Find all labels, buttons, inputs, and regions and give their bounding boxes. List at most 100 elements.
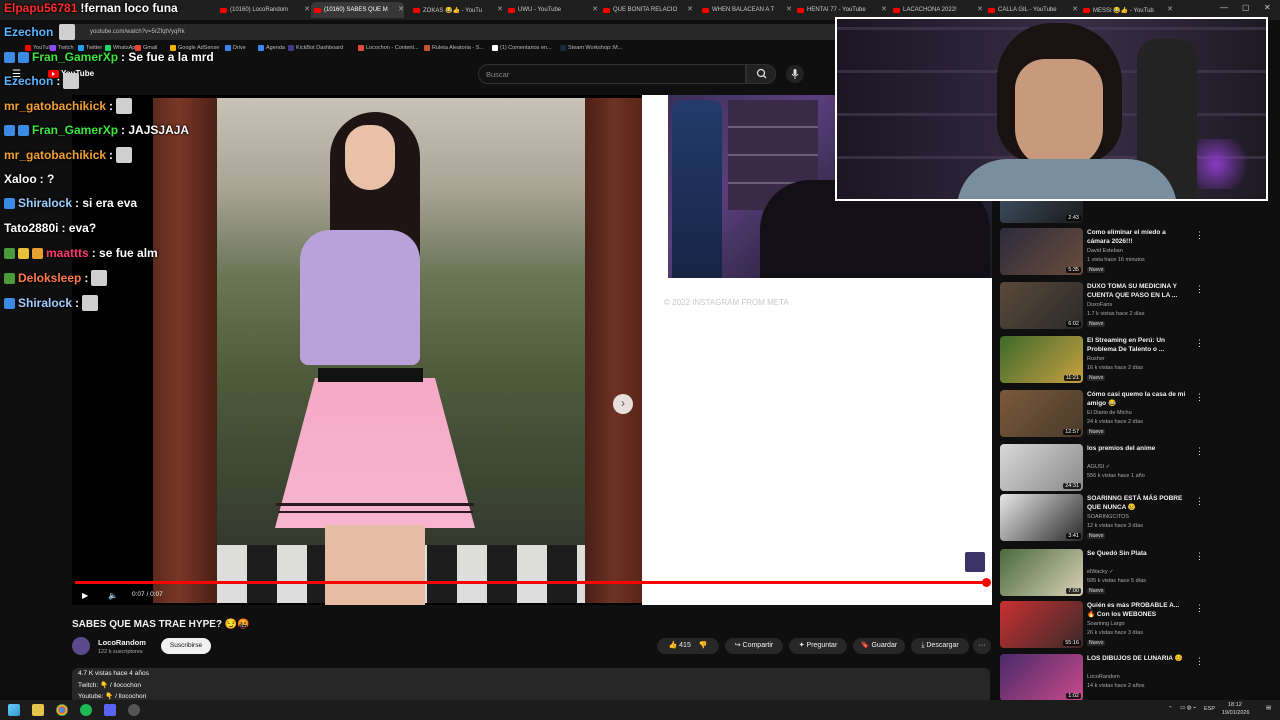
discord-icon[interactable] <box>104 704 116 716</box>
play-icon[interactable]: ▶ <box>82 591 88 600</box>
browser-tab[interactable]: (10160) LocoRandom ✕ <box>217 2 310 18</box>
close-tab-icon[interactable]: ✕ <box>881 5 887 13</box>
recommended-video-title[interactable]: Como eliminar el miedo a cámara 2026!!! <box>1087 228 1187 246</box>
more-options-icon[interactable]: ⋮ <box>1195 392 1204 403</box>
recommended-video-title[interactable]: Quién es más PROBABLE A... 🔥 Con los WEB… <box>1087 601 1187 619</box>
notifications-icon[interactable]: ▤ <box>1266 705 1271 711</box>
more-options-icon[interactable]: ⋮ <box>1195 656 1204 667</box>
chrome-icon[interactable] <box>56 704 68 716</box>
recommended-channel[interactable]: AGUSI ✓ <box>1087 464 1110 470</box>
more-options-icon[interactable]: ⋮ <box>1195 446 1204 457</box>
close-tab-icon[interactable]: ✕ <box>687 5 693 13</box>
ask-button[interactable]: ✦ Preguntar <box>789 638 847 654</box>
file-explorer-icon[interactable] <box>32 704 44 716</box>
more-actions-button[interactable]: ··· <box>973 638 991 654</box>
bookmark-item[interactable]: Locochon - Content... <box>358 45 419 51</box>
recommended-video-title[interactable]: Se Quedó Sin Plata <box>1087 549 1187 558</box>
browser-tab[interactable]: HENTAI 77 - YouTube ✕ <box>794 2 887 18</box>
recommended-video-title[interactable]: Cómo casi quemo la casa de mi amigo 😂 <box>1087 390 1187 408</box>
recommended-video[interactable]: 5:35 Como eliminar el miedo a cámara 2026… <box>1000 228 1280 280</box>
recommended-channel[interactable]: David Esteban <box>1087 248 1123 254</box>
more-options-icon[interactable]: ⋮ <box>1195 603 1204 614</box>
share-button[interactable]: ↪ Compartir <box>725 638 783 654</box>
subscribe-button[interactable]: Suscribirse <box>161 638 211 654</box>
recommended-video-title[interactable]: DUXO TOMA SU MEDICINA Y CUENTA QUE PASO … <box>1087 282 1187 300</box>
recommended-channel[interactable]: El Diario de Michu <box>1087 410 1132 416</box>
voice-search-button[interactable] <box>786 65 804 83</box>
recommended-channel[interactable]: elWacky ✓ <box>1087 569 1114 575</box>
bookmark-item[interactable]: Steam Workshop::M... <box>560 45 622 51</box>
tray-app-icons[interactable]: ▭ ◍ ⌁ <box>1180 705 1196 711</box>
browser-tab[interactable]: QUE BONITA RELACIO ✕ <box>600 2 693 18</box>
carousel-next-button[interactable]: › <box>613 394 633 414</box>
recommended-video[interactable]: 3:41 SOARINNG ESTÁ MÁS POBRE QUE NUNCA 😢 S… <box>1000 494 1280 546</box>
minimize-icon[interactable]: — <box>1220 3 1228 12</box>
autoplay-toggle[interactable]: ◉ <box>846 591 853 600</box>
recommended-video-title[interactable]: SOARINNG ESTÁ MÁS POBRE QUE NUNCA 😢 <box>1087 494 1187 512</box>
video-thumbnail[interactable]: 7:00 <box>1000 549 1083 596</box>
close-tab-icon[interactable]: ✕ <box>398 5 404 13</box>
search-button[interactable] <box>746 64 776 84</box>
more-options-icon[interactable]: ⋮ <box>1195 230 1204 241</box>
close-tab-icon[interactable]: ✕ <box>1167 5 1173 13</box>
close-tab-icon[interactable]: ✕ <box>497 5 503 13</box>
language-indicator[interactable]: ESP <box>1204 706 1215 712</box>
browser-tab[interactable]: (10160) SABES QUE M ✕ <box>311 2 404 18</box>
recommended-video[interactable]: 11:21 El Streaming en Perú: Un Problema D… <box>1000 336 1280 388</box>
maximize-icon[interactable]: ▢ <box>1242 3 1250 12</box>
close-tab-icon[interactable]: ✕ <box>1072 5 1078 13</box>
video-thumbnail[interactable]: 5:35 <box>1000 228 1083 275</box>
close-tab-icon[interactable]: ✕ <box>977 5 983 13</box>
more-options-icon[interactable]: ⋮ <box>1195 496 1204 507</box>
browser-tab[interactable]: WHEN BALACEAN A T ✕ <box>699 2 792 18</box>
progress-bar[interactable] <box>75 581 987 584</box>
recommended-channel[interactable]: DuxoFans <box>1087 302 1112 308</box>
video-thumbnail[interactable]: 12:57 <box>1000 390 1083 437</box>
volume-icon[interactable]: 🔈 <box>108 591 118 600</box>
subtitles-icon[interactable]: ▭ <box>872 591 880 600</box>
recommended-video[interactable]: 12:57 Cómo casi quemo la casa de mi amigo… <box>1000 390 1280 442</box>
search-input[interactable]: Buscar <box>478 64 746 84</box>
tray-chevron-icon[interactable]: ⌃ <box>1168 706 1173 712</box>
like-button[interactable]: 👍 415 <box>668 642 690 649</box>
bookmark-item[interactable]: Drive <box>225 45 246 51</box>
recommended-video[interactable]: 24:31 los premios del anime AGUSI ✓ 556 k v… <box>1000 444 1280 496</box>
windows-start-icon[interactable] <box>8 704 20 716</box>
browser-tab[interactable]: UWU - YouTube ✕ <box>505 2 598 18</box>
clock-time[interactable]: 18:12 <box>1228 702 1242 708</box>
recommended-video[interactable]: 6:02 DUXO TOMA SU MEDICINA Y CUENTA QUE P… <box>1000 282 1280 334</box>
spotify-icon[interactable] <box>80 704 92 716</box>
bookmark-item[interactable]: Agenda <box>258 45 285 51</box>
video-thumbnail[interactable]: 3:41 <box>1000 494 1083 541</box>
progress-scrubber[interactable] <box>982 578 991 587</box>
recommended-channel[interactable]: Rusher <box>1087 356 1105 362</box>
obs-icon[interactable] <box>128 704 140 716</box>
recommended-channel[interactable]: LocoRandom <box>1087 674 1120 680</box>
bookmark-item[interactable]: (1) Comentarios en... <box>492 45 552 51</box>
download-button[interactable]: ⤓ Descargar <box>911 638 969 654</box>
video-thumbnail[interactable]: 24:31 <box>1000 444 1083 491</box>
channel-watermark[interactable] <box>965 552 985 572</box>
recommended-video[interactable]: 55:16 Quién es más PROBABLE A... 🔥 Con lo… <box>1000 601 1280 653</box>
theater-mode-icon[interactable]: ▬ <box>944 591 952 600</box>
video-thumbnail[interactable]: 11:21 <box>1000 336 1083 383</box>
close-tab-icon[interactable]: ✕ <box>786 5 792 13</box>
close-tab-icon[interactable]: ✕ <box>304 5 310 13</box>
close-window-icon[interactable]: ✕ <box>1264 3 1271 12</box>
bookmark-item[interactable]: KickBot Dashboard <box>288 45 343 51</box>
recommended-channel[interactable]: Soarinng Largo <box>1087 621 1125 627</box>
recommended-video-title[interactable]: los premios del anime <box>1087 444 1187 453</box>
miniplayer-icon[interactable]: ▣ <box>920 591 928 600</box>
channel-name[interactable]: LocoRandom <box>98 638 146 647</box>
recommended-video[interactable]: 1:02 LOS DIBUJOS DE LUNARIA 😊 LocoRandom 14… <box>1000 654 1280 706</box>
description-box[interactable]: 4.7 K vistas hace 4 años Twitch: 👇 / llo… <box>72 668 990 704</box>
video-thumbnail[interactable]: 2:43 <box>1000 201 1083 223</box>
more-options-icon[interactable]: ⋮ <box>1195 551 1204 562</box>
recommended-video-title[interactable]: LOS DIBUJOS DE LUNARIA 😊 <box>1087 654 1187 663</box>
clock-date[interactable]: 19/01/2026 <box>1222 710 1250 716</box>
fullscreen-icon[interactable]: ⛶ <box>968 591 974 601</box>
more-options-icon[interactable]: ⋮ <box>1195 284 1204 295</box>
dislike-icon[interactable]: 👎 <box>699 642 708 649</box>
settings-icon[interactable]: ⚙ <box>896 591 903 600</box>
channel-avatar[interactable] <box>72 637 90 655</box>
